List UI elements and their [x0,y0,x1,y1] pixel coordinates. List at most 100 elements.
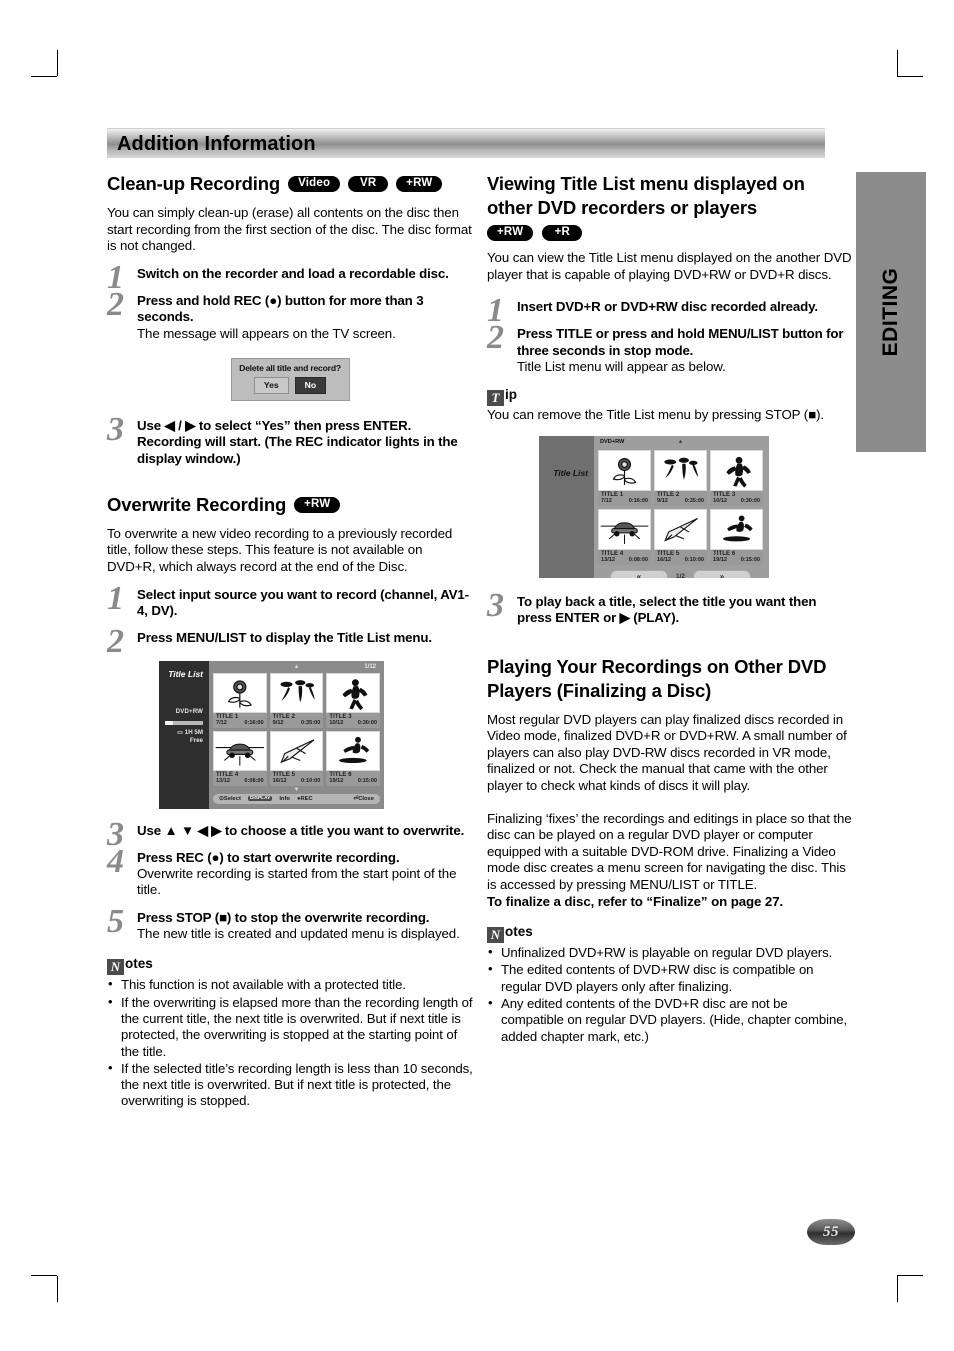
title-name: TITLE 4 [216,771,239,778]
title-date: 7/12 [216,719,227,726]
step-lead: Press REC (●) to start overwrite recordi… [137,849,400,865]
title-cell[interactable]: TITLE 2 9/12 0:35:00 [654,449,707,506]
select-command[interactable]: ⊙Select [219,796,241,802]
rose-icon [598,449,651,491]
chapter-title: Addition Information [117,133,316,155]
step-sub: The message will appears on the TV scree… [137,325,396,341]
viewing-badges-row: +RW +R [487,225,853,241]
step-number: 2 [107,286,124,324]
fireworks-icon [654,449,707,491]
note-item: The edited contents of DVD+RW disc is co… [487,961,853,995]
title-date: 19/12 [329,777,344,784]
note-item: If the selected title’s recording length… [107,1060,473,1110]
note-item: Any edited contents of the DVD+R disc ar… [487,995,853,1045]
title-date: 10/12 [329,719,344,726]
title-name: TITLE 5 [657,550,680,557]
disc-space-bar [165,720,203,725]
title-name: TITLE 4 [601,550,624,557]
viewing-step-1: 1 Insert DVD+R or DVD+RW disc recorded a… [487,294,853,328]
title-list-topbar: DVD+RW ▲ [598,439,763,450]
title-name: TITLE 2 [272,713,296,720]
title-list-screen-left: Title List DVD+RW ▭ 1H 5M Free ▲ 1/12 TI… [159,660,384,809]
scroll-up-icon[interactable]: ▲ [213,664,380,670]
crop-mark-br-h [897,1275,923,1276]
step-number: 2 [487,319,504,357]
title-grid: TITLE 1 7/12 0:16:00 TITLE 2 9/12 0:35:0… [213,672,380,786]
notes-glyph-icon: N [107,959,124,976]
page-indicator: 1/2 [675,572,686,578]
notes-heading-text: otes [505,924,533,940]
title-list-page-indicator: 1/12 [364,663,376,670]
tip-glyph-icon: T [487,390,504,407]
title-list-sidebar: Title List [539,435,594,578]
playing-notes-list: Unfinalized DVD+RW is playable on regula… [487,944,853,1045]
title-duration: 0:15:00 [357,777,377,784]
title-meta: 13/12 0:08:00 [598,557,651,565]
dialog-no-button[interactable]: No [294,376,327,394]
title-cell[interactable]: TITLE 6 19/12 0:15:00 [710,508,763,565]
title-duration: 0:16:00 [628,497,648,504]
title-duration: 0:30:00 [740,497,760,504]
overwrite-step-4: 4 Press REC (●) to start overwrite recor… [107,844,473,899]
notes-glyph-icon: N [487,927,504,944]
dancer-icon [710,449,763,491]
crop-mark-tr-v [897,50,898,76]
title-list-content: ▲ 1/12 TITLE 1 7/12 0:16:00 TITLE 2 9/12… [209,661,384,809]
title-name: TITLE 3 [329,713,352,720]
overwrite-recording-heading: Overwrite Recording [107,493,287,515]
step-number: 3 [487,586,504,624]
viewing-step-3: 3 To play back a title, select the title… [487,588,853,627]
badge-vr: VR [348,176,389,192]
tip-heading-text: ip [505,387,517,403]
title-duration: 0:30:00 [357,719,377,726]
title-cell[interactable]: TITLE 6 19/12 0:15:00 [326,730,380,786]
title-list-command-bar: ⊙Select DISPLAY Info ●REC ⏎Close [213,793,380,804]
cleanup-heading-row: Clean-up Recording Video VR +RW [107,172,473,196]
title-cell[interactable]: TITLE 4 13/12 0:08:00 [213,730,267,786]
crop-mark-tr-h [897,76,923,77]
step-lead: Press MENU/LIST to display the Title Lis… [137,630,432,646]
title-cell[interactable]: TITLE 1 7/12 0:16:00 [213,672,267,728]
title-list-screen-right: Title List DVD+RW ▲ TITLE 1 7/12 0:16:00… [539,435,769,578]
overwrite-step-3: 3 Use ▲ ▼ ◀ ▶ to choose a title you want… [107,817,473,851]
title-cell[interactable]: TITLE 3 10/12 0:30:00 [710,449,763,506]
title-meta: 19/12 0:15:00 [326,778,380,786]
title-cell[interactable]: TITLE 4 13/12 0:08:00 [598,508,651,565]
title-cell[interactable]: TITLE 5 16/12 0:10:00 [269,730,324,786]
free-space-label: ▭ 1H 5M Free [161,729,203,745]
rec-command[interactable]: ●REC [297,796,313,802]
overwrite-step-5: 5 Press STOP (■) to stop the overwrite r… [107,904,473,943]
info-command[interactable]: Info [279,796,290,802]
tip-heading: Tip [487,387,853,407]
title-date: 16/12 [272,777,287,784]
title-cell[interactable]: TITLE 2 9/12 0:35:00 [269,672,324,728]
chapter-header-bar: Addition Information [107,128,825,158]
next-page-button[interactable]: » [693,569,752,578]
title-meta: 9/12 0:35:00 [654,498,707,506]
car-icon [598,508,651,550]
title-cell[interactable]: TITLE 1 7/12 0:16:00 [598,449,651,506]
free-space-value: 1H 5M [184,728,203,736]
title-date: 9/12 [272,719,284,726]
playing-notes-heading: Notes [487,924,853,944]
title-name: TITLE 6 [713,550,736,557]
scroll-down-icon[interactable]: ▼ [213,787,380,793]
title-cell[interactable]: TITLE 5 16/12 0:10:00 [654,508,707,565]
cleanup-step-3: 3 Use ◀ / ▶ to select “Yes” then press E… [107,412,473,467]
note-item: Unfinalized DVD+RW is playable on regula… [487,944,853,961]
section-side-tab-label: EDITING [879,267,902,357]
badge-plus-rw: +RW [396,176,443,192]
dialog-yes-button[interactable]: Yes [253,376,289,394]
title-name: TITLE 2 [657,491,680,498]
title-cell[interactable]: TITLE 3 10/12 0:30:00 [326,672,380,728]
title-duration: 0:15:00 [740,556,760,563]
close-command[interactable]: ⏎Close [353,796,374,802]
shuttle-icon [269,730,324,771]
step-lead: Use ◀ / ▶ to select “Yes” then press ENT… [137,417,458,466]
display-chip: DISPLAY [247,796,273,802]
note-item: If the overwriting is elapsed more than … [107,994,473,1060]
playing-paragraph-2: Finalizing ‘fixes’ the recordings and ed… [487,810,852,892]
prev-page-button[interactable]: « [609,569,668,578]
title-name: TITLE 6 [329,771,352,778]
overwrite-notes-heading: Notes [107,956,473,976]
